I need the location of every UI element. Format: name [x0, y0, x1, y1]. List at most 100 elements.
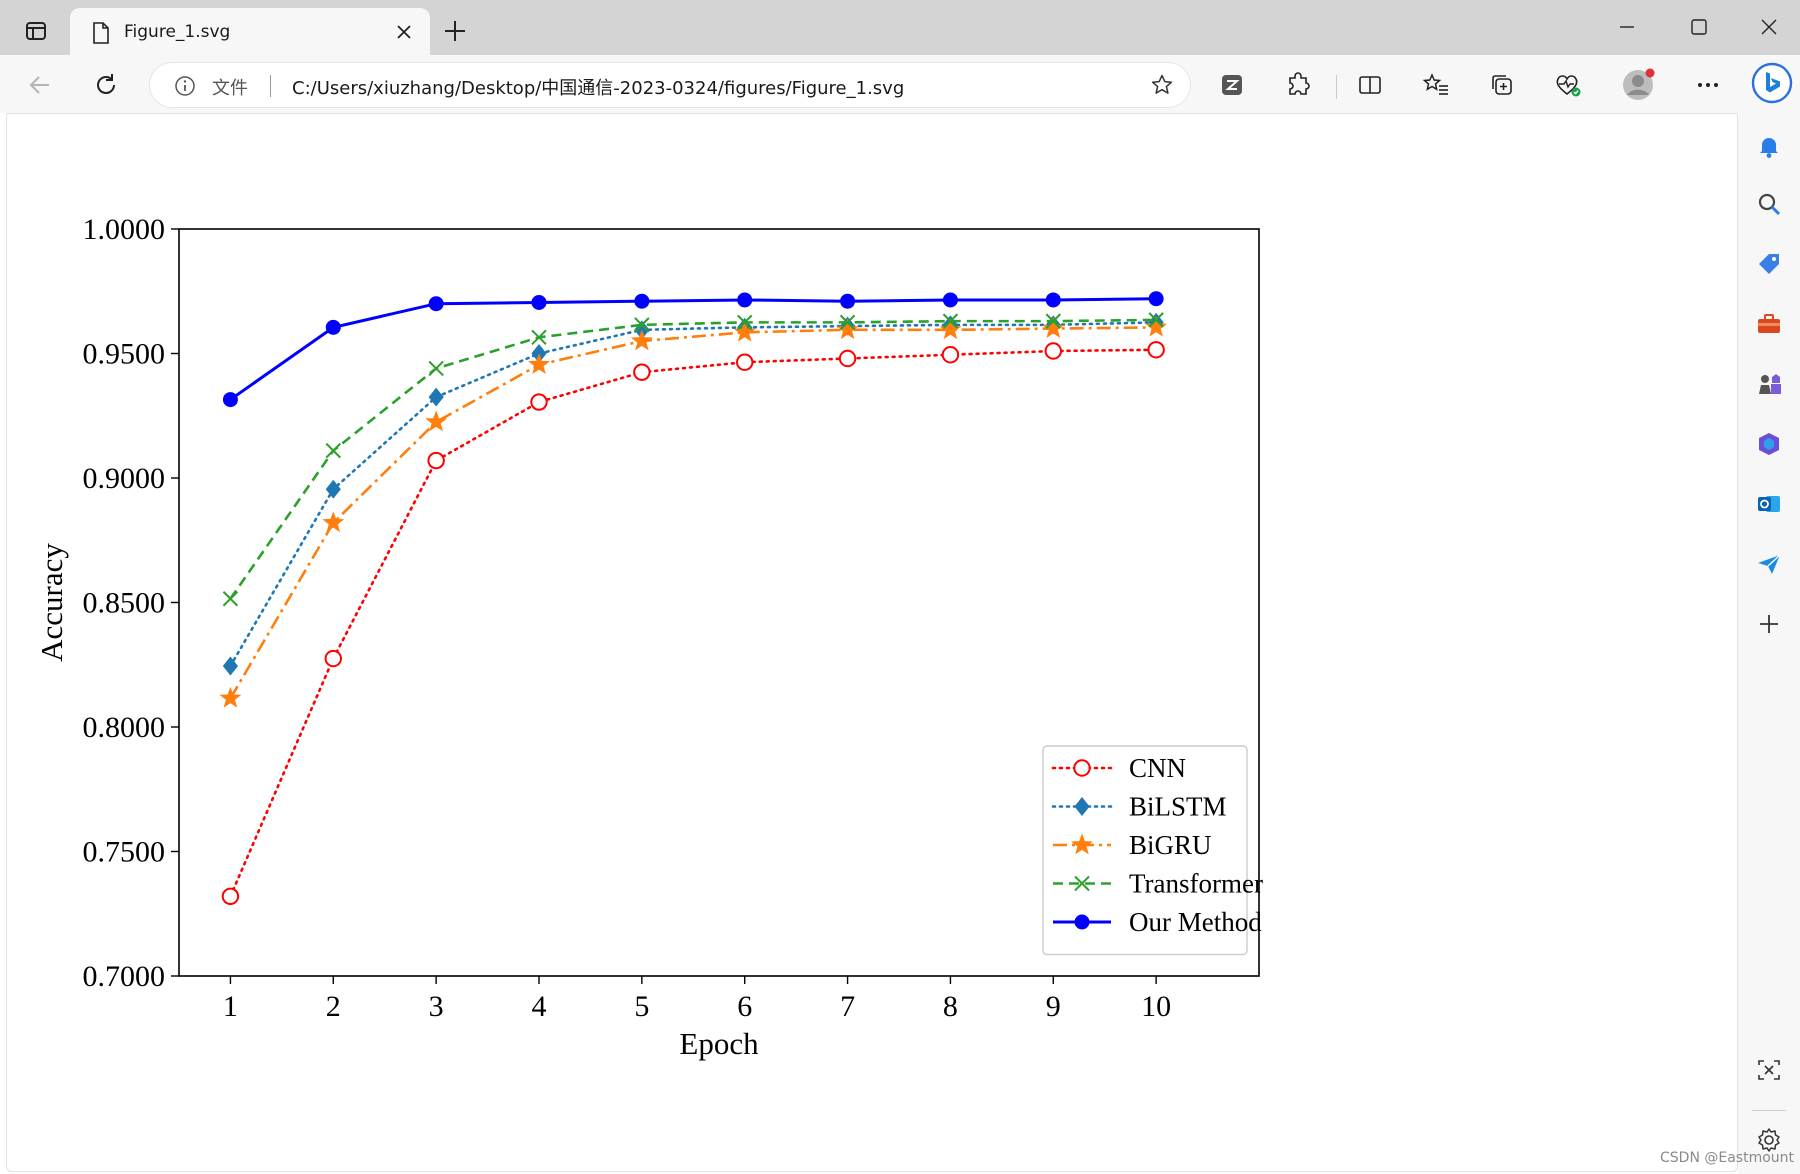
collections-icon[interactable] [1484, 67, 1520, 103]
sidebar-divider [1752, 1110, 1786, 1111]
x-tick-label: 3 [429, 990, 444, 1023]
plus-icon[interactable] [1754, 609, 1784, 639]
bell-icon[interactable] [1754, 131, 1784, 161]
point-marker [737, 292, 753, 308]
point-marker [221, 887, 240, 906]
point-marker [630, 329, 653, 351]
back-icon[interactable] [22, 67, 58, 103]
series-line [229, 326, 1157, 700]
browser-tab[interactable]: Figure_1.svg [70, 8, 430, 55]
profile-icon[interactable] [1620, 67, 1656, 103]
point-marker [324, 649, 342, 668]
plus-icon[interactable] [440, 16, 474, 46]
toolbar: 文件 C:/Users/xiuzhang/Desktop/中国通信-2023-0… [0, 55, 1800, 113]
tab-actions-icon[interactable] [14, 14, 58, 48]
series-line [229, 297, 1157, 401]
chess-icon[interactable] [1754, 369, 1784, 399]
x-tick-label: 1 [223, 990, 238, 1023]
minimize-icon[interactable] [1604, 10, 1650, 44]
page-content: 0.7000 0.7500 0.8000 0.8500 0.9000 0.9500 1.00… [6, 113, 1738, 1172]
y-tick-label: 0.7500 [83, 836, 166, 869]
extensions-icon[interactable] [1280, 67, 1316, 103]
point-marker [1074, 914, 1090, 930]
briefcase-icon[interactable] [1754, 309, 1784, 339]
series-line [229, 321, 1158, 668]
y-tick-label: 0.9500 [83, 338, 166, 371]
x-tick-label: 5 [634, 990, 649, 1023]
title-bar: Figure_1.svg [0, 0, 1800, 55]
close-icon[interactable] [394, 22, 414, 42]
point-marker [530, 393, 548, 411]
x-axis-label: Epoch [679, 1026, 759, 1061]
address-bar[interactable]: 文件 C:/Users/xiuzhang/Desktop/中国通信-2023-0… [150, 63, 1190, 107]
screenshot-icon[interactable] [1754, 1055, 1784, 1085]
document-icon [92, 22, 110, 48]
point-marker [1073, 759, 1091, 777]
send-icon[interactable] [1754, 549, 1784, 579]
point-marker [428, 296, 444, 312]
x-tick-label: 9 [1046, 990, 1061, 1023]
office-icon[interactable] [1754, 429, 1784, 459]
maximize-icon[interactable] [1676, 10, 1722, 44]
series-bilstm [222, 312, 1164, 676]
x-tick-label: 10 [1141, 990, 1171, 1023]
legend-label: Our Method [1129, 907, 1262, 937]
point-marker [942, 292, 958, 308]
accuracy-line-chart: 0.7000 0.7500 0.8000 0.8500 0.9000 0.9500 1.00… [34, 213, 1263, 1061]
tag-icon[interactable] [1754, 249, 1784, 279]
legend-label: Transformer [1129, 869, 1263, 899]
y-tick-label: 1.0000 [83, 213, 166, 246]
point-marker [840, 293, 856, 309]
series-line [229, 318, 1157, 600]
refresh-icon[interactable] [88, 67, 124, 103]
x-tick-label: 6 [737, 990, 752, 1023]
more-icon[interactable] [1690, 67, 1726, 103]
x-tick-label: 7 [840, 990, 855, 1023]
search-icon[interactable] [1754, 189, 1784, 219]
legend-label: CNN [1129, 753, 1186, 783]
bing-icon[interactable] [1748, 59, 1796, 107]
point-marker [428, 387, 444, 407]
star-icon[interactable] [1150, 73, 1174, 101]
watermark: CSDN @Eastmount [1660, 1150, 1795, 1166]
x-tick-label: 8 [943, 990, 958, 1023]
outlook-icon[interactable] [1754, 489, 1784, 519]
point-marker [219, 686, 242, 708]
series-cnn [221, 341, 1165, 906]
address-scheme-label: 文件 [212, 78, 248, 99]
address-divider [270, 75, 271, 97]
x-tick-label: 2 [326, 990, 341, 1023]
toolbar-divider [1336, 75, 1337, 99]
y-tick-label: 0.8000 [83, 711, 166, 744]
y-axis-label: Accuracy [34, 543, 69, 662]
y-tick-label: 0.9000 [83, 462, 166, 495]
split-screen-icon[interactable] [1352, 67, 1388, 103]
point-marker [528, 353, 550, 375]
point-marker [425, 410, 448, 432]
tab-title: Figure_1.svg [124, 22, 231, 42]
point-marker [736, 353, 754, 371]
legend-label: BiGRU [1129, 830, 1212, 860]
point-marker [1044, 342, 1062, 360]
point-marker [1045, 292, 1061, 308]
health-icon[interactable] [1550, 67, 1586, 103]
point-marker [1147, 341, 1165, 359]
point-marker [838, 349, 857, 368]
point-marker [322, 511, 345, 533]
point-marker [428, 360, 444, 377]
reader-icon[interactable] [1214, 67, 1250, 103]
point-marker [222, 392, 238, 408]
point-marker [1148, 291, 1164, 307]
point-marker [325, 319, 341, 335]
favorites-icon[interactable] [1418, 67, 1454, 103]
series-our-method [222, 291, 1164, 408]
info-icon[interactable] [174, 75, 196, 101]
address-url[interactable]: C:/Users/xiuzhang/Desktop/中国通信-2023-0324… [292, 74, 904, 100]
series-bigru [219, 315, 1168, 708]
point-marker [325, 442, 341, 459]
window-close-icon[interactable] [1746, 10, 1792, 44]
point-marker [427, 451, 445, 470]
y-tick-label: 0.8500 [83, 587, 166, 620]
point-marker [941, 346, 960, 364]
point-marker [733, 320, 756, 342]
